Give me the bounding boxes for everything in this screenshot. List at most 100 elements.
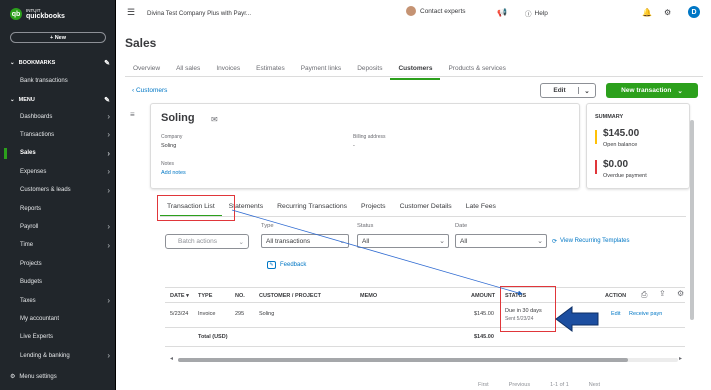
type-select[interactable]: All transactions ⌄	[261, 234, 349, 248]
sidebar-item-budgets[interactable]: Budgets	[0, 274, 116, 291]
sidebar-item-customers-leads[interactable]: Customers & leads ›	[0, 182, 116, 199]
chevron-right-icon: ›	[107, 222, 110, 232]
top-bar: ☰ Divina Test Company Plus with Payr... …	[117, 0, 711, 26]
col-type[interactable]: TYPE	[198, 293, 212, 299]
chevron-down-icon: ⌄	[439, 238, 445, 245]
back-to-customers-link[interactable]: ‹ Customers	[132, 87, 167, 94]
sidebar-item-time[interactable]: Time ›	[0, 237, 116, 254]
vertical-scrollbar-thumb[interactable]	[690, 120, 694, 320]
subtab-late-fees[interactable]: Late Fees	[459, 200, 503, 217]
open-balance-label: Open balance	[603, 142, 638, 148]
row-type: Invoice	[198, 311, 216, 317]
bookmarks-header[interactable]: ⌄ BOOKMARKS ✎	[10, 59, 110, 67]
company-value: Soling	[161, 143, 177, 149]
menu-header[interactable]: ⌄ MENU ✎	[10, 96, 110, 104]
row-receive-payment-link[interactable]: Receive payn	[629, 311, 662, 317]
tab-payment-links[interactable]: Payment links	[293, 60, 349, 80]
new-transaction-button[interactable]: New transaction ⌄	[606, 83, 698, 98]
billing-address-value: -	[353, 143, 355, 149]
export-icon[interactable]: ⇪	[659, 289, 666, 298]
tab-products-services[interactable]: Products & services	[440, 60, 513, 80]
tabs-divider	[125, 76, 703, 77]
sidebar-item-bank-transactions[interactable]: Bank transactions	[0, 72, 116, 89]
sidebar-item-lending-banking[interactable]: Lending & banking ›	[0, 347, 116, 364]
subtab-recurring-transactions[interactable]: Recurring Transactions	[270, 200, 354, 217]
chevron-down-icon: ⌄	[10, 60, 15, 66]
col-date[interactable]: DATE ▾	[170, 293, 189, 299]
summary-title: SUMMARY	[595, 114, 624, 120]
chevron-right-icon: ›	[107, 148, 110, 158]
col-memo[interactable]: MEMO	[360, 293, 377, 299]
overdue-indicator	[595, 160, 597, 174]
mail-icon[interactable]: ✉	[211, 115, 218, 124]
tab-invoices[interactable]: Invoices	[208, 60, 248, 80]
tab-overview[interactable]: Overview	[125, 60, 168, 80]
tab-deposits[interactable]: Deposits	[349, 60, 390, 80]
chevron-right-icon: ›	[107, 351, 110, 361]
sidebar-item-payroll[interactable]: Payroll ›	[0, 218, 116, 235]
subtab-projects[interactable]: Projects	[354, 200, 393, 217]
sidebar-item-expenses[interactable]: Expenses ›	[0, 163, 116, 180]
quickbooks-logo[interactable]: qb INTUIT quickbooks	[10, 8, 65, 20]
scroll-right-icon[interactable]: ▸	[679, 355, 682, 362]
subtabs-divider	[160, 216, 686, 217]
date-select[interactable]: All ⌄	[455, 234, 547, 248]
settings-gear-icon[interactable]: ⚙	[677, 289, 684, 298]
edit-button[interactable]: Edit ⌄	[540, 83, 596, 98]
chevron-down-icon[interactable]: ⌄	[579, 87, 595, 95]
print-icon[interactable]: ⎙	[641, 290, 647, 300]
col-no[interactable]: NO.	[235, 293, 245, 299]
subtab-customer-details[interactable]: Customer Details	[393, 200, 459, 217]
tab-all-sales[interactable]: All sales	[168, 60, 208, 80]
scroll-left-icon[interactable]: ◂	[170, 355, 173, 362]
hamburger-icon[interactable]: ☰	[127, 7, 135, 18]
sidebar-item-live-experts[interactable]: Live Experts	[0, 329, 116, 346]
new-button[interactable]: + New	[10, 32, 106, 43]
notification-bell-icon[interactable]: 🔔	[642, 8, 652, 17]
pager-previous[interactable]: Previous	[509, 382, 530, 388]
feedback-link[interactable]: ✎ Feedback	[267, 261, 306, 269]
pager-next[interactable]: Next	[589, 382, 600, 388]
contact-experts[interactable]: Contact experts	[406, 6, 466, 16]
pager-first[interactable]: First	[478, 382, 489, 388]
page-title: Sales	[125, 36, 157, 50]
sidebar-item-projects[interactable]: Projects	[0, 255, 116, 272]
row-no: 295	[235, 311, 245, 317]
menu-settings[interactable]: ⚙ Menu settings	[10, 373, 57, 381]
row-edit-link[interactable]: Edit	[611, 311, 620, 317]
col-amount[interactable]: AMOUNT	[471, 293, 495, 299]
status-select[interactable]: All ⌄	[357, 234, 449, 248]
sidebar-item-reports[interactable]: Reports	[0, 200, 116, 217]
collapse-panel-icon[interactable]: ≡	[130, 110, 135, 119]
pencil-icon[interactable]: ✎	[104, 59, 110, 67]
sidebar-item-sales[interactable]: Sales ›	[0, 145, 116, 162]
type-label: Type	[261, 223, 274, 229]
gear-icon[interactable]: ⚙	[664, 8, 671, 17]
tab-estimates[interactable]: Estimates	[248, 60, 293, 80]
add-notes-link[interactable]: Add notes	[161, 170, 186, 176]
feedback-icon: ✎	[267, 261, 276, 269]
scrollbar-thumb[interactable]	[178, 358, 628, 362]
chevron-right-icon: ›	[107, 240, 110, 250]
chevron-right-icon: ›	[107, 167, 110, 177]
company-name[interactable]: Divina Test Company Plus with Payr...	[147, 10, 251, 17]
pagination: First Previous 1-1 of 1 Next	[478, 382, 600, 388]
sidebar-item-dashboards[interactable]: Dashboards ›	[0, 108, 116, 125]
user-avatar[interactable]: D	[688, 6, 700, 18]
megaphone-icon[interactable]: 📢	[497, 8, 507, 17]
col-customer[interactable]: CUSTOMER / PROJECT	[259, 293, 321, 299]
view-recurring-templates-link[interactable]: ⟳ View Recurring Templates	[552, 238, 630, 245]
expert-avatar-icon	[406, 6, 416, 16]
vertical-scrollbar[interactable]	[688, 112, 696, 382]
logo-name: quickbooks	[26, 13, 65, 20]
horizontal-scrollbar[interactable]: ◂ ▸	[170, 356, 685, 363]
sidebar-item-my-accountant[interactable]: My accountant	[0, 310, 116, 327]
pencil-icon[interactable]: ✎	[104, 96, 110, 104]
col-action: ACTION	[605, 293, 627, 299]
help-button[interactable]: ⓘ Help	[525, 8, 548, 19]
tab-customers[interactable]: Customers	[390, 60, 441, 80]
batch-actions-button[interactable]: Batch actions ⌄	[165, 234, 249, 249]
sidebar-item-taxes[interactable]: Taxes ›	[0, 292, 116, 309]
sidebar-item-transactions[interactable]: Transactions ›	[0, 126, 116, 143]
open-balance-indicator	[595, 130, 597, 144]
